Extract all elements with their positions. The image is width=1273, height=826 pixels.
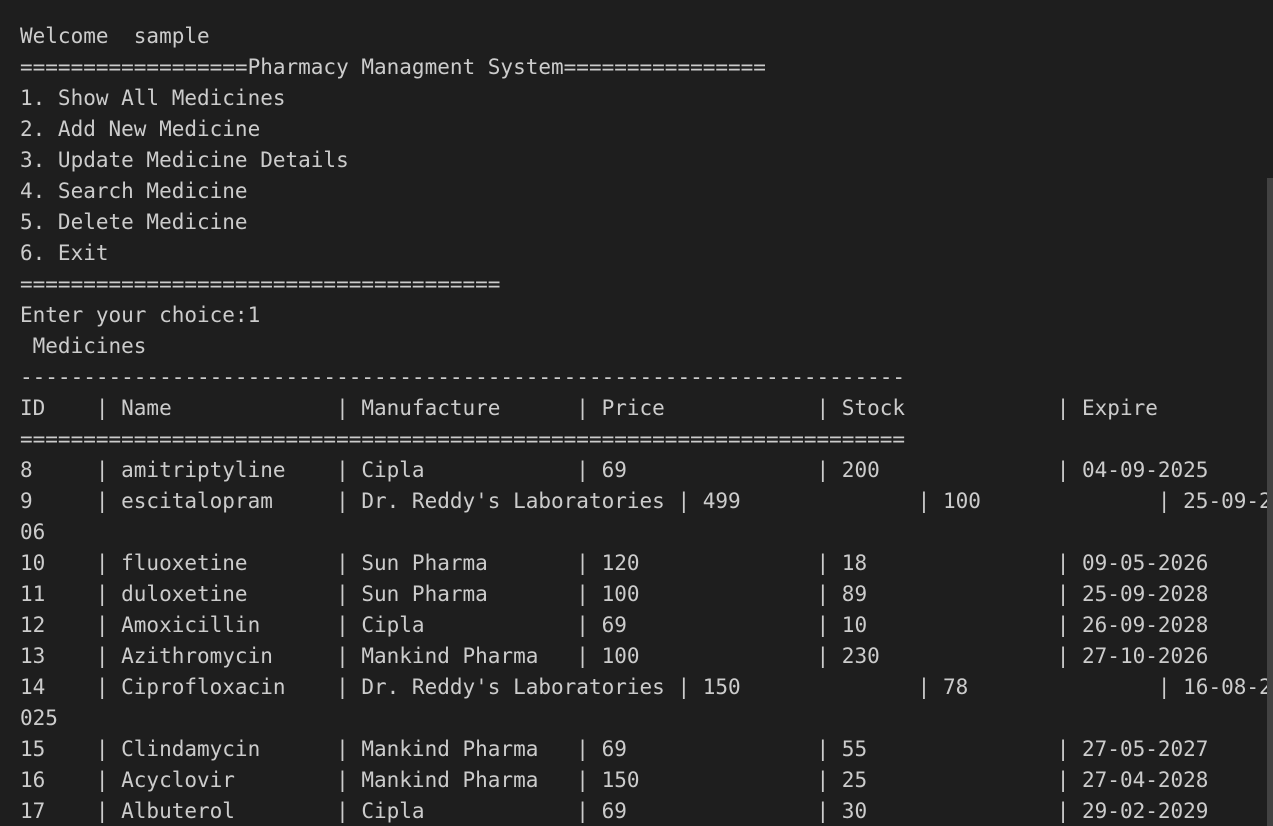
table-row: 16 | Acyclovir | Mankind Pharma | 150 | … — [20, 768, 1209, 792]
table-row: 13 | Azithromycin | Mankind Pharma | 100… — [20, 644, 1209, 668]
table-row: 14 | Ciprofloxacin | Dr. Reddy's Laborat… — [20, 675, 1272, 699]
menu-option-search: 4. Search Medicine — [20, 179, 248, 203]
table-row: 12 | Amoxicillin | Cipla | 69 | 10 | 26-… — [20, 613, 1209, 637]
table-header: ID | Name | Manufacture | Price | Stock … — [20, 396, 1158, 420]
table-top-rule: ----------------------------------------… — [20, 365, 906, 389]
welcome-line: Welcome sample — [20, 24, 210, 48]
menu-option-delete: 5. Delete Medicine — [20, 210, 248, 234]
table-row: 9 | escitalopram | Dr. Reddy's Laborator… — [20, 489, 1272, 513]
menu-separator: ====================================== — [20, 272, 501, 296]
scrollbar-thumb[interactable] — [1267, 178, 1273, 826]
menu-option-add: 2. Add New Medicine — [20, 117, 261, 141]
terminal-output: Welcome sample ==================Pharmac… — [20, 21, 1273, 826]
menu-option-exit: 6. Exit — [20, 241, 109, 265]
table-row-wrap: 06 — [20, 520, 46, 544]
table-row: 17 | Albuterol | Cipla | 69 | 30 | 29-02… — [20, 799, 1209, 823]
table-row: 11 | duloxetine | Sun Pharma | 100 | 89 … — [20, 582, 1209, 606]
menu-title-line: ==================Pharmacy Managment Sys… — [20, 55, 766, 79]
choice-prompt: Enter your choice:1 — [20, 303, 261, 327]
table-row: 15 | Clindamycin | Mankind Pharma | 69 |… — [20, 737, 1209, 761]
vertical-scrollbar[interactable] — [1267, 0, 1273, 826]
menu-option-show-all: 1. Show All Medicines — [20, 86, 286, 110]
table-row: 8 | amitriptyline | Cipla | 69 | 200 | 0… — [20, 458, 1209, 482]
table-title: Medicines — [20, 334, 147, 358]
table-header-rule: ========================================… — [20, 427, 906, 451]
menu-option-update: 3. Update Medicine Details — [20, 148, 349, 172]
table-row: 10 | fluoxetine | Sun Pharma | 120 | 18 … — [20, 551, 1209, 575]
table-row-wrap: 025 — [20, 706, 58, 730]
terminal-window[interactable]: Welcome sample ==================Pharmac… — [0, 0, 1273, 826]
